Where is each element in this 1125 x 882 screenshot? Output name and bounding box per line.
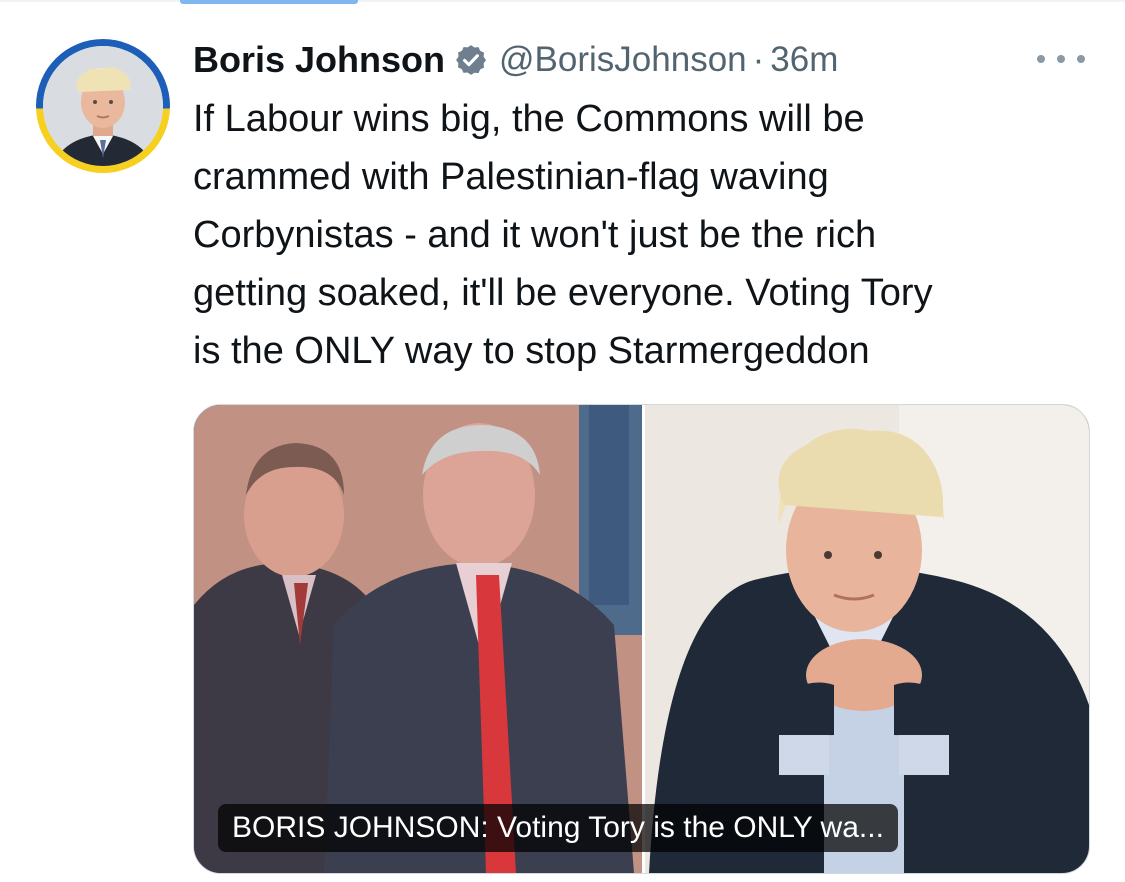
tweet-text-line: is the ONLY way to stop Starmergeddon <box>193 330 870 372</box>
link-card-image[interactable]: BORIS JOHNSON: Voting Tory is the ONLY w… <box>193 404 1090 874</box>
tweet-header: Boris Johnson @BorisJohnson · 36m <box>193 36 838 84</box>
tweet-text-line: Corbynistas - and it won't just be the r… <box>193 214 877 256</box>
more-options-icon[interactable] <box>1037 44 1085 74</box>
verified-badge-icon <box>454 43 488 77</box>
top-divider <box>0 0 1125 2</box>
card-image-illustration <box>194 405 1089 873</box>
author-display-name[interactable]: Boris Johnson <box>193 39 445 81</box>
author-handle[interactable]: @BorisJohnson <box>499 40 747 80</box>
avatar-photo <box>43 46 163 166</box>
more-dot <box>1057 55 1065 63</box>
tweet-text-line: If Labour wins big, the Commons will be <box>193 98 865 140</box>
tweet-view: Boris Johnson @BorisJohnson · 36m If Lab… <box>0 0 1125 882</box>
more-dot <box>1037 55 1045 63</box>
avatar[interactable] <box>36 39 170 173</box>
tweet-text-line: crammed with Palestinian-flag waving <box>193 156 829 198</box>
tweet-text: If Labour wins big, the Commons will be … <box>193 90 1098 380</box>
tweet-timestamp[interactable]: 36m <box>770 40 838 80</box>
tweet-text-line: getting soaked, it'll be everyone. Votin… <box>193 272 933 314</box>
active-tab-indicator <box>180 0 358 4</box>
more-dot <box>1077 55 1085 63</box>
header-separator: · <box>752 40 765 79</box>
card-caption[interactable]: BORIS JOHNSON: Voting Tory is the ONLY w… <box>218 804 898 852</box>
